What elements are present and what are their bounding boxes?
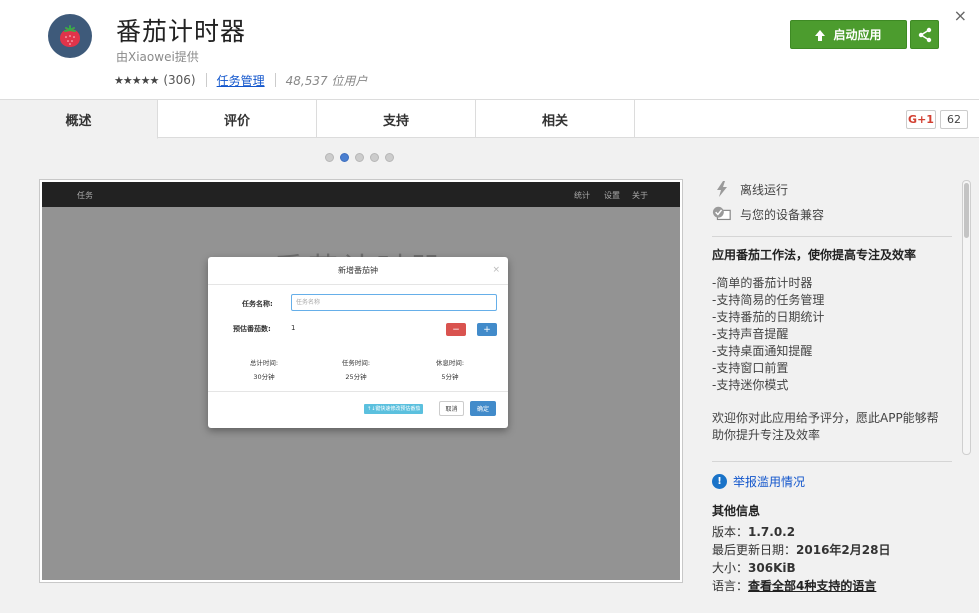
description-line: -支持桌面通知提醒 xyxy=(712,344,813,358)
preview-nav-brand: 任务 xyxy=(77,191,93,200)
updated-row: 最后更新日期：2016年2月28日 xyxy=(712,541,890,558)
language-row: 语言：查看全部4种支持的语言 xyxy=(712,577,876,594)
tab-bar: 概述 评价 支持 相关 xyxy=(0,100,979,139)
preview-stat-task-value: 25分钟 xyxy=(345,373,367,381)
size-value: 306KiB xyxy=(748,561,796,575)
rating-row: ★★★★★ (306) 任务管理 48,537 位用户 xyxy=(114,70,367,90)
description-line: -支持声音提醒 xyxy=(712,327,789,341)
version-label: 版本： xyxy=(712,525,749,539)
device-check-icon xyxy=(712,205,732,223)
description-line: -简单的番茄计时器 xyxy=(712,276,813,290)
carousel-dots xyxy=(325,153,394,162)
preview-minus-button: − xyxy=(446,323,466,336)
preview-cancel-button: 取消 xyxy=(439,401,464,416)
tab-related[interactable]: 相关 xyxy=(476,100,635,138)
category-link[interactable]: 任务管理 xyxy=(217,72,265,89)
preview-nav-settings: 设置 xyxy=(604,191,620,200)
carousel-dot[interactable] xyxy=(385,153,394,162)
gplus-widget: G+1 62 xyxy=(906,110,968,129)
rating-stars: ★★★★★ xyxy=(114,73,159,87)
tab-support[interactable]: 支持 xyxy=(317,100,476,138)
tomato-icon xyxy=(48,14,92,58)
scrollbar-thumb[interactable] xyxy=(964,183,969,238)
gplus-button[interactable]: G+1 xyxy=(906,110,936,129)
alert-icon: ! xyxy=(712,474,727,489)
description-line: -支持窗口前置 xyxy=(712,361,789,375)
other-info-title: 其他信息 xyxy=(712,504,761,518)
divider xyxy=(712,236,952,237)
preview-nav-about: 关于 xyxy=(632,191,648,200)
size-label: 大小： xyxy=(712,561,749,575)
screenshot-preview[interactable]: 任务 统计 设置 关于 番茄计时器 新增番茄钟 × 任务名称: 任务名称 预估番… xyxy=(40,180,682,582)
report-abuse-label: 举报滥用情况 xyxy=(733,475,806,489)
preview-stat-task: 任务时间: 25分钟 xyxy=(326,356,386,384)
app-header: 番茄计时器 由Xiaowei提供 ★★★★★ (306) 任务管理 48,537… xyxy=(0,0,979,100)
preview-nav-stats: 统计 xyxy=(574,191,590,200)
description-line: -支持迷你模式 xyxy=(712,378,789,392)
feature-compatible-label: 与您的设备兼容 xyxy=(740,207,825,222)
preview-stat-rest-value: 5分钟 xyxy=(441,373,459,381)
preview-stat-total: 总计时间: 30分钟 xyxy=(234,356,294,384)
preview-modal: 新增番茄钟 × 任务名称: 任务名称 预估番茄数: 1 − + 总计时间: 30… xyxy=(208,257,508,428)
arrow-up-icon xyxy=(815,29,826,41)
launch-app-button[interactable]: 启动应用 xyxy=(790,20,907,49)
preview-task-name-label: 任务名称: xyxy=(242,300,273,308)
divider xyxy=(205,73,207,87)
preview-estimate-value: 1 xyxy=(291,324,296,332)
preview-close-icon: × xyxy=(492,265,500,275)
user-count: 48,537 位用户 xyxy=(285,73,368,88)
launch-app-label: 启动应用 xyxy=(833,28,882,42)
divider xyxy=(274,73,276,87)
sidebar-scrollbar[interactable] xyxy=(962,180,971,455)
version-row: 版本：1.7.0.2 xyxy=(712,523,795,540)
preview-stat-rest-label: 休息时间: xyxy=(435,359,465,367)
app-author: 由Xiaowei提供 xyxy=(116,50,199,64)
preview-plus-button: + xyxy=(477,323,497,336)
description-list: -简单的番茄计时器 -支持简易的任务管理 -支持番茄的日期统计 -支持声音提醒 … xyxy=(712,275,824,394)
updated-label: 最后更新日期： xyxy=(712,543,797,557)
language-label: 语言： xyxy=(712,579,749,593)
carousel-dot-active[interactable] xyxy=(340,153,349,162)
divider xyxy=(712,461,952,462)
description-ending: 欢迎你对此应用给予评分，愿此APP能够帮助你提升专注及效率 xyxy=(712,411,939,442)
preview-estimate-label: 预估番茄数: xyxy=(233,325,271,333)
preview-modal-footer: ↑↓键快速修改预估番茄 取消 确定 xyxy=(208,391,508,428)
tab-overview[interactable]: 概述 xyxy=(0,100,158,139)
tab-reviews[interactable]: 评价 xyxy=(158,100,317,138)
feature-offline-label: 离线运行 xyxy=(740,182,789,197)
description-line: -支持番茄的日期统计 xyxy=(712,310,825,324)
carousel-dot[interactable] xyxy=(325,153,334,162)
preview-ok-button: 确定 xyxy=(470,401,496,416)
preview-stat-task-label: 任务时间: xyxy=(341,359,371,367)
description-title: 应用番茄工作法，使你提高专注及效率 xyxy=(712,248,917,262)
feature-compatible: 与您的设备兼容 xyxy=(712,205,824,223)
preview-navbar: 任务 统计 设置 关于 xyxy=(42,182,680,207)
description-line: -支持简易的任务管理 xyxy=(712,293,825,307)
report-abuse-link[interactable]: ! 举报滥用情况 xyxy=(712,473,805,490)
feature-offline: 离线运行 xyxy=(712,180,788,198)
rating-count[interactable]: (306) xyxy=(163,73,195,87)
lightning-icon xyxy=(712,180,732,198)
languages-link[interactable]: 查看全部4种支持的语言 xyxy=(748,579,876,593)
version-value: 1.7.0.2 xyxy=(748,525,796,539)
preview-task-name-input: 任务名称 xyxy=(291,294,497,311)
close-icon[interactable]: × xyxy=(954,6,967,25)
updated-value: 2016年2月28日 xyxy=(796,543,891,557)
share-button[interactable] xyxy=(910,20,939,49)
carousel-dot[interactable] xyxy=(355,153,364,162)
gplus-count: 62 xyxy=(940,110,968,129)
preview-modal-title: 新增番茄钟 xyxy=(338,266,378,275)
preview-stat-rest: 休息时间: 5分钟 xyxy=(420,356,480,384)
carousel-dot[interactable] xyxy=(370,153,379,162)
preview-stat-total-label: 总计时间: xyxy=(249,359,279,367)
preview-modal-header: 新增番茄钟 × xyxy=(208,257,508,285)
preview-info-badge: ↑↓键快速修改预估番茄 xyxy=(364,404,424,414)
share-icon xyxy=(918,27,931,42)
size-row: 大小：306KiB xyxy=(712,559,796,576)
app-title: 番茄计时器 xyxy=(116,17,247,46)
preview-stat-total-value: 30分钟 xyxy=(253,373,275,381)
